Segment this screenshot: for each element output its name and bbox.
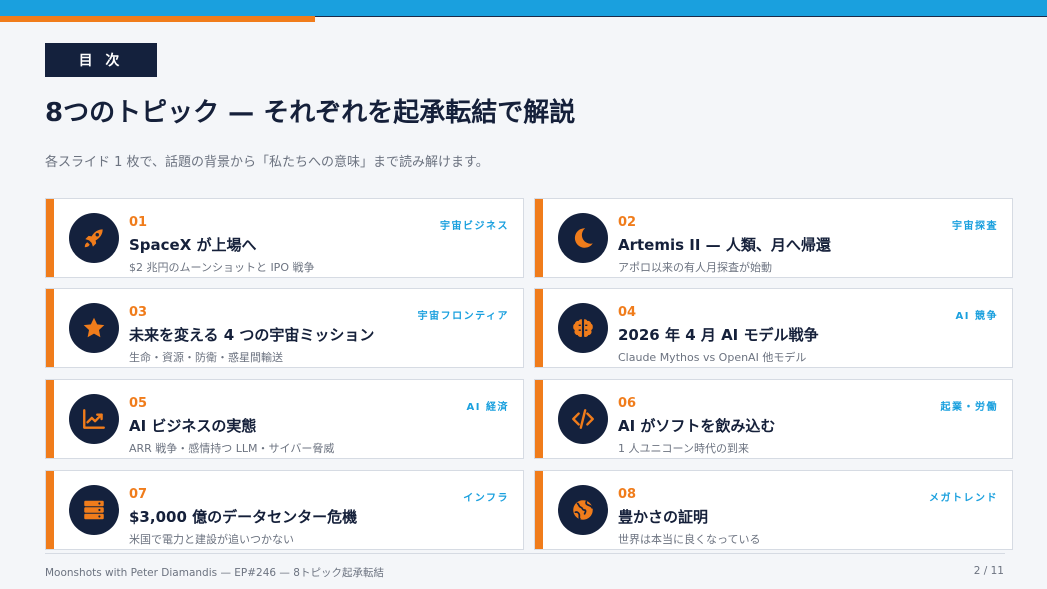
topic-category: メガトレンド [929, 493, 998, 504]
card-accent-bar [46, 380, 54, 458]
topic-number: 07 [129, 487, 148, 502]
topic-number: 06 [618, 396, 637, 411]
topic-number: 02 [618, 215, 637, 230]
section-badge: 目 次 [45, 43, 157, 77]
star-icon [69, 303, 119, 353]
topic-card-05[interactable]: 05 AI 経済 AI ビジネスの実態 ARR 戦争・感情持つ LLM・サイバー… [45, 379, 524, 459]
topic-number: 05 [129, 396, 148, 411]
card-accent-bar [535, 289, 543, 367]
topic-title: 2026 年 4 月 AI モデル戦争 [618, 326, 819, 344]
topic-number: 08 [618, 487, 637, 502]
topic-card-01[interactable]: 01 宇宙ビジネス SpaceX が上場へ $2 兆円のムーンショットと IPO… [45, 198, 524, 278]
topic-category: AI 競争 [955, 311, 998, 322]
topic-category: 宇宙ビジネス [440, 221, 509, 232]
moon-icon [558, 213, 608, 263]
topic-title: AI ビジネスの実態 [129, 417, 257, 435]
topic-description: Claude Mythos vs OpenAI 他モデル [618, 351, 807, 364]
topic-category: 起業・労働 [940, 402, 998, 413]
globe-icon [558, 485, 608, 535]
topic-title: Artemis II — 人類、月へ帰還 [618, 236, 831, 254]
topic-description: 生命・資源・防衛・惑星間輸送 [129, 351, 283, 364]
topic-description: 米国で電力と建設が追いつかない [129, 533, 294, 546]
footer-divider [45, 553, 1005, 554]
topic-description: 世界は本当に良くなっている [618, 533, 761, 546]
topic-number: 04 [618, 305, 637, 320]
topic-title: 未来を変える 4 つの宇宙ミッション [129, 326, 375, 344]
topic-card-06[interactable]: 06 起業・労働 AI がソフトを飲み込む 1 人ユニコーン時代の到来 [534, 379, 1013, 459]
footer-source: Moonshots with Peter Diamandis — EP#246 … [45, 567, 384, 579]
topic-category: インフラ [463, 493, 509, 504]
topic-card-04[interactable]: 04 AI 競争 2026 年 4 月 AI モデル戦争 Claude Myth… [534, 288, 1013, 368]
page-number: 2 / 11 [973, 565, 1004, 577]
card-accent-bar [535, 471, 543, 549]
card-accent-bar [535, 380, 543, 458]
brain-icon [558, 303, 608, 353]
topic-category: 宇宙探査 [952, 221, 998, 232]
top-accent-line [315, 16, 1047, 17]
rocket-icon [69, 213, 119, 263]
card-accent-bar [535, 199, 543, 277]
topic-title: SpaceX が上場へ [129, 236, 257, 254]
topic-title: $3,000 億のデータセンター危機 [129, 508, 358, 526]
topic-card-07[interactable]: 07 インフラ $3,000 億のデータセンター危機 米国で電力と建設が追いつか… [45, 470, 524, 550]
chart-up-icon [69, 394, 119, 444]
card-accent-bar [46, 471, 54, 549]
card-accent-bar [46, 289, 54, 367]
topic-number: 03 [129, 305, 148, 320]
server-icon [69, 485, 119, 535]
topic-card-03[interactable]: 03 宇宙フロンティア 未来を変える 4 つの宇宙ミッション 生命・資源・防衛・… [45, 288, 524, 368]
topic-number: 01 [129, 215, 148, 230]
topic-title: AI がソフトを飲み込む [618, 417, 776, 435]
page-title: 8つのトピック — それぞれを起承転結で解説 [45, 98, 576, 128]
page-subtitle: 各スライド 1 枚で、話題の背景から「私たちへの意味」まで読み解けます。 [45, 155, 489, 170]
topic-category: AI 経済 [466, 402, 509, 413]
topic-category: 宇宙フロンティア [417, 311, 509, 322]
top-accent-bar-blue [0, 0, 1047, 16]
topic-card-08[interactable]: 08 メガトレンド 豊かさの証明 世界は本当に良くなっている [534, 470, 1013, 550]
card-accent-bar [46, 199, 54, 277]
topic-description: 1 人ユニコーン時代の到来 [618, 442, 749, 455]
topic-card-02[interactable]: 02 宇宙探査 Artemis II — 人類、月へ帰還 アポロ以来の有人月探査… [534, 198, 1013, 278]
code-icon [558, 394, 608, 444]
topic-title: 豊かさの証明 [618, 508, 709, 526]
topic-description: $2 兆円のムーンショットと IPO 戦争 [129, 261, 315, 274]
topic-description: アポロ以来の有人月探査が始動 [618, 261, 772, 274]
top-accent-bar-orange [0, 16, 315, 22]
topic-description: ARR 戦争・感情持つ LLM・サイバー脅威 [129, 442, 335, 455]
